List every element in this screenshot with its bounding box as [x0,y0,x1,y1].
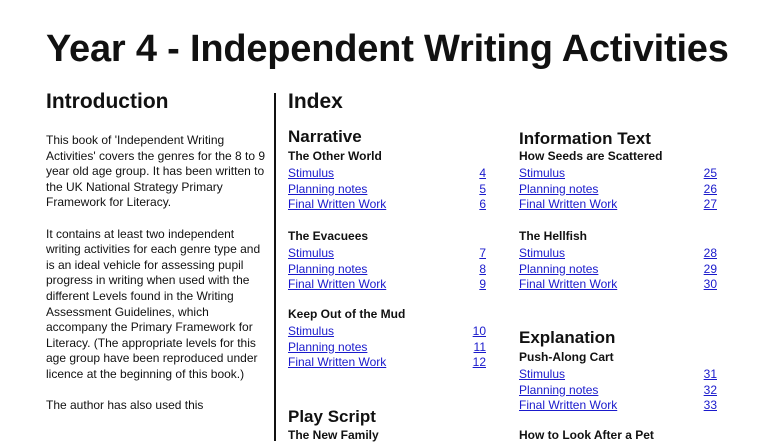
block-title: How to Look After a Pet [519,428,654,442]
page-link[interactable]: 32 [704,383,717,399]
index-block-seeds: How Seeds are Scattered Stimulus 25 Plan… [519,149,717,213]
entry-link[interactable]: Final Written Work [288,355,386,371]
introduction-text: This book of 'Independent Writing Activi… [46,133,268,429]
block-title: Keep Out of the Mud [288,307,406,321]
entry-link[interactable]: Planning notes [519,182,598,198]
index-entry: Final Written Work 33 [519,398,717,414]
index-block-cart: Push-Along Cart Stimulus 31 Planning not… [519,350,717,414]
entry-link[interactable]: Stimulus [519,166,565,182]
entry-link[interactable]: Planning notes [519,262,598,278]
page-link[interactable]: 30 [704,277,717,293]
index-entry: Planning notes 29 [519,262,717,278]
index-entry: Planning notes 32 [519,383,717,399]
page-link[interactable]: 7 [479,246,486,262]
index-block-pet: How to Look After a Pet [519,428,717,445]
block-title: The Hellfish [519,229,588,243]
intro-paragraph: It contains at least two independent wri… [46,226,261,381]
block-title: The Other World [288,149,382,163]
page-link[interactable]: 5 [479,182,486,198]
index-entry: Planning notes 11 [288,340,486,356]
page-link[interactable]: 29 [704,262,717,278]
page-link[interactable]: 25 [704,166,717,182]
index-entry: Final Written Work 6 [288,197,486,213]
index-entry: Stimulus 7 [288,246,486,262]
entry-link[interactable]: Final Written Work [288,197,386,213]
block-title: The Evacuees [288,229,369,243]
genre-heading-information-text: Information Text [519,129,651,148]
page-link[interactable]: 33 [704,398,717,414]
page-link[interactable]: 6 [479,197,486,213]
block-title: Push-Along Cart [519,350,614,364]
introduction-heading: Introduction [46,90,169,113]
index-entry: Planning notes 5 [288,182,486,198]
index-entry: Stimulus 25 [519,166,717,182]
index-entry: Stimulus 28 [519,246,717,262]
genre-heading-explanation: Explanation [519,328,616,347]
page-link[interactable]: 8 [479,262,486,278]
index-entry: Final Written Work 27 [519,197,717,213]
page-link[interactable]: 11 [474,340,486,356]
genre-heading-play-script: Play Script [288,407,376,426]
column-divider [274,93,276,441]
entry-link[interactable]: Planning notes [288,262,367,278]
intro-paragraph: This book of 'Independent Writing Activi… [46,133,266,210]
index-entry: Final Written Work 12 [288,355,486,371]
page-link[interactable]: 12 [473,355,486,371]
entry-link[interactable]: Stimulus [288,246,334,262]
entry-link[interactable]: Planning notes [288,340,367,356]
index-block-hellfish: The Hellfish Stimulus 28 Planning notes … [519,229,717,293]
entry-link[interactable]: Final Written Work [519,277,617,293]
index-heading: Index [288,90,343,113]
entry-link[interactable]: Final Written Work [519,197,617,213]
index-block-evacuees: The Evacuees Stimulus 7 Planning notes 8… [288,229,486,293]
index-entry: Final Written Work 30 [519,277,717,293]
page-link[interactable]: 28 [704,246,717,262]
page-link[interactable]: 10 [473,324,486,340]
entry-link[interactable]: Stimulus [288,166,334,182]
entry-link[interactable]: Stimulus [288,324,334,340]
index-block-mud: Keep Out of the Mud Stimulus 10 Planning… [288,307,486,371]
page-link[interactable]: 27 [704,197,717,213]
genre-heading-narrative: Narrative [288,127,362,146]
page-link[interactable]: 4 [479,166,486,182]
page-link[interactable]: 9 [479,277,486,293]
entry-link[interactable]: Stimulus [519,246,565,262]
document-title: Year 4 - Independent Writing Activities [46,28,729,70]
entry-link[interactable]: Stimulus [519,367,565,383]
entry-link[interactable]: Final Written Work [288,277,386,293]
index-entry: Planning notes 26 [519,182,717,198]
index-entry: Stimulus 31 [519,367,717,383]
index-entry: Stimulus 10 [288,324,486,340]
entry-link[interactable]: Planning notes [519,383,598,399]
index-entry: Final Written Work 9 [288,277,486,293]
page-link[interactable]: 26 [704,182,717,198]
index-block-other-world: The Other World Stimulus 4 Planning note… [288,149,486,213]
entry-link[interactable]: Final Written Work [519,398,617,414]
intro-paragraph: The author has also used this [46,398,204,413]
index-entry: Planning notes 8 [288,262,486,278]
index-block-new-family: The New Family [288,428,486,445]
block-title: How Seeds are Scattered [519,149,663,163]
entry-link[interactable]: Planning notes [288,182,367,198]
block-title: The New Family [288,428,379,442]
index-entry: Stimulus 4 [288,166,486,182]
page-link[interactable]: 31 [704,367,717,383]
